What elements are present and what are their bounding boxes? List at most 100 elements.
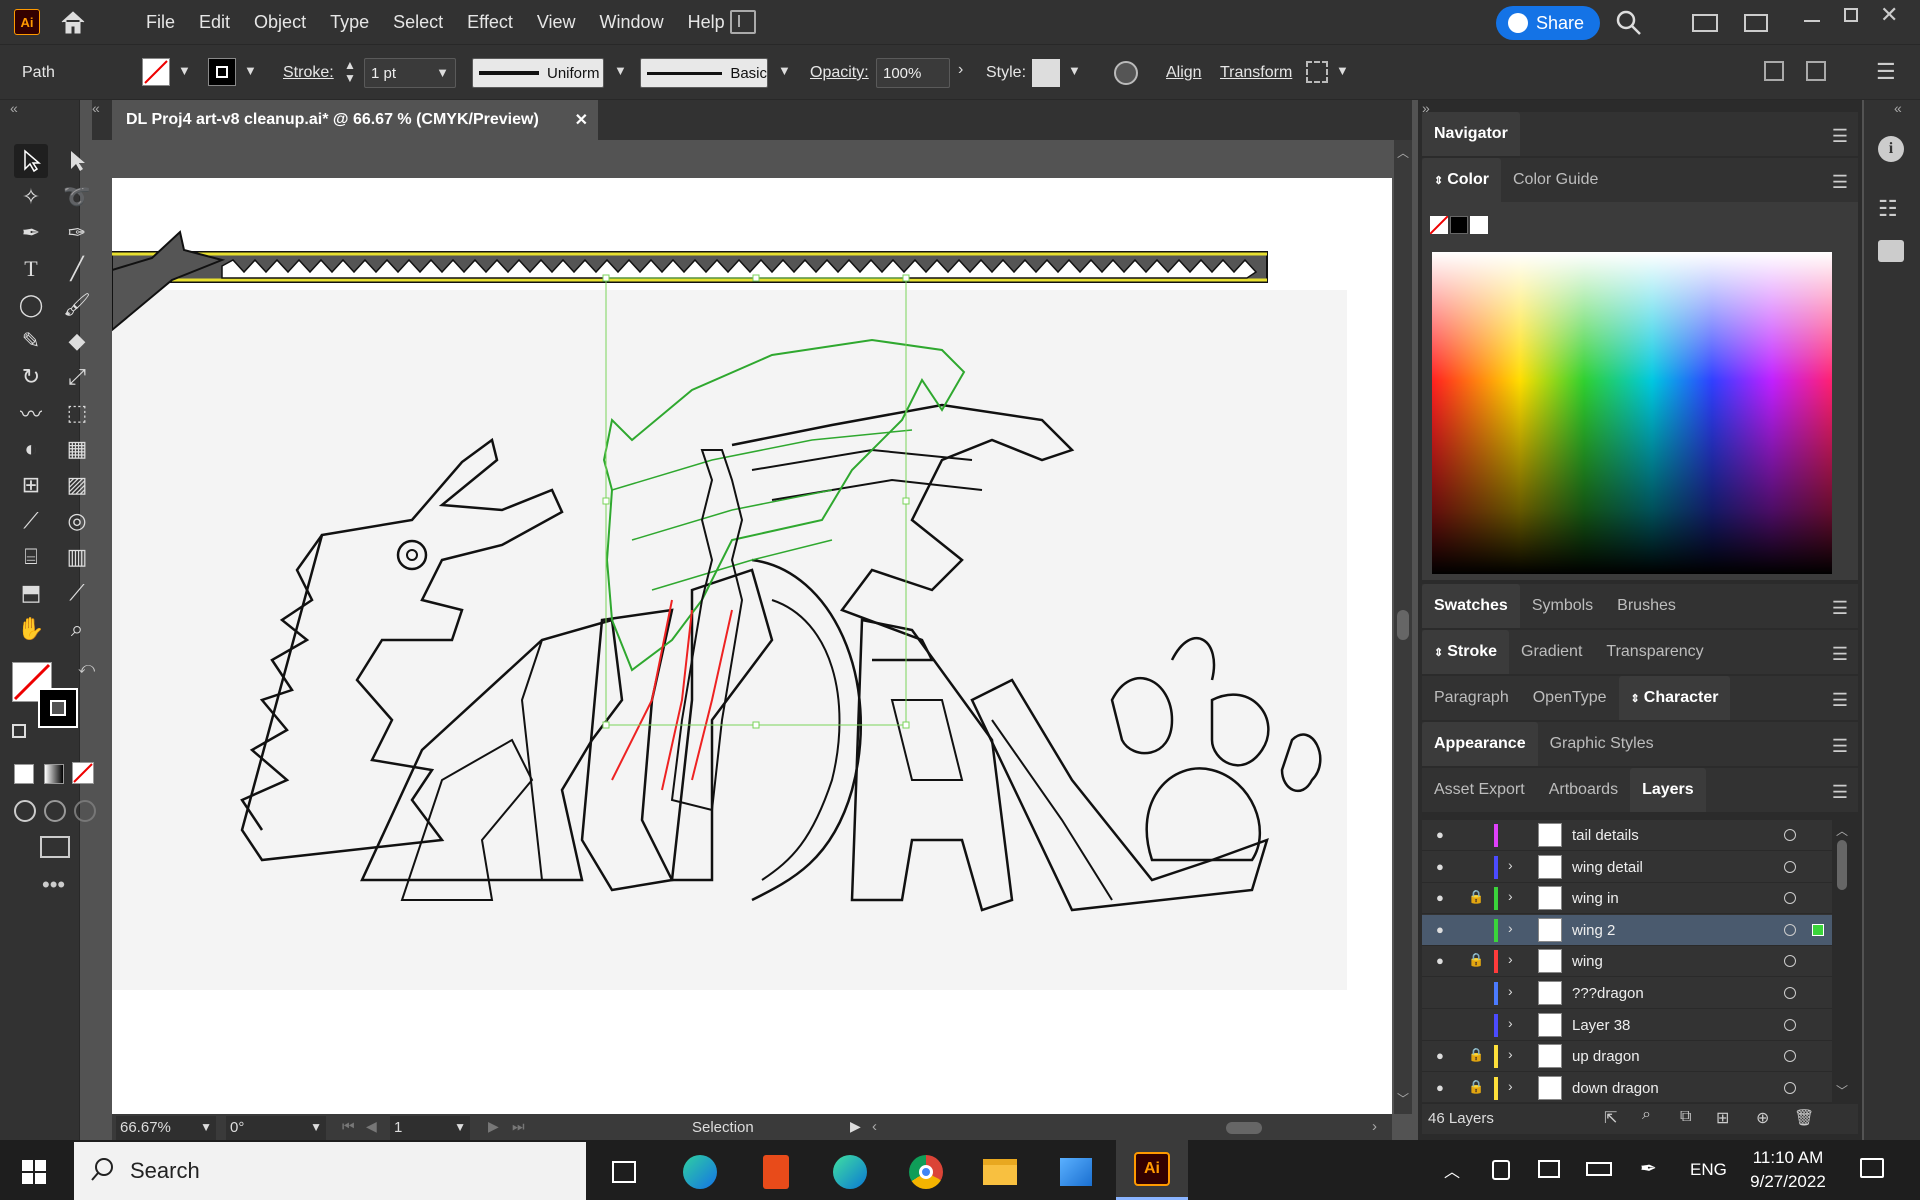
free-transform-icon[interactable]: ⬚ xyxy=(60,396,94,430)
color-mode-icon[interactable] xyxy=(14,764,34,784)
scroll-left-icon[interactable]: ‹ xyxy=(872,1118,877,1135)
target-circle-icon[interactable] xyxy=(1784,1018,1796,1031)
horizontal-scrollbar[interactable]: ‹ › xyxy=(872,1118,1392,1138)
more-tools-icon[interactable]: ••• xyxy=(42,872,65,898)
display-icon[interactable] xyxy=(1538,1160,1560,1178)
draw-behind-icon[interactable] xyxy=(44,800,66,822)
isolate-dropdown-icon[interactable]: ▼ xyxy=(1336,63,1349,78)
selection-tool-icon[interactable] xyxy=(14,144,48,178)
illustrator-taskbar-button[interactable]: Ai xyxy=(1116,1140,1188,1200)
expand-chevron-icon[interactable]: › xyxy=(1508,888,1513,904)
panel-icon[interactable] xyxy=(1744,14,1768,32)
properties-icon[interactable]: ☷ xyxy=(1878,196,1898,222)
battery-icon[interactable] xyxy=(1586,1162,1612,1176)
minimize-icon[interactable] xyxy=(1804,20,1820,22)
file-explorer-icon[interactable] xyxy=(980,1152,1020,1192)
expand-chevron-icon[interactable]: › xyxy=(1508,1015,1513,1031)
status-menu-icon[interactable]: ▶ xyxy=(850,1118,861,1135)
layer-name[interactable]: wing 2 xyxy=(1572,922,1615,939)
visibility-eye-icon[interactable]: ● xyxy=(1436,827,1444,842)
ellipse-tool-icon[interactable]: ◯ xyxy=(14,288,48,322)
gradient-tool-icon[interactable]: ▨ xyxy=(60,468,94,502)
scroll-up-icon[interactable]: ︿ xyxy=(1397,144,1409,161)
visibility-eye-icon[interactable]: ● xyxy=(1436,922,1444,937)
h-scroll-thumb[interactable] xyxy=(1226,1122,1262,1134)
tab-close-icon[interactable]: ✕ xyxy=(575,110,588,130)
search-icon[interactable] xyxy=(1616,10,1642,36)
target-circle-icon[interactable] xyxy=(1784,892,1796,905)
pen-icon[interactable]: ✒ xyxy=(1640,1156,1657,1181)
recolor-artwork-icon[interactable] xyxy=(1114,61,1138,85)
collapse-icon[interactable]: « xyxy=(10,100,18,116)
lock-icon[interactable]: 🔒 xyxy=(1468,952,1484,968)
restore-icon[interactable] xyxy=(1844,8,1858,22)
delete-layer-icon[interactable]: 🗑 xyxy=(1794,1108,1814,1128)
close-icon[interactable]: ✕ xyxy=(1880,2,1898,28)
gradient-mode-icon[interactable] xyxy=(44,764,64,784)
menu-help[interactable]: Help xyxy=(676,0,737,44)
new-layer-icon[interactable]: ⊕ xyxy=(1756,1108,1769,1128)
slice-tool-icon[interactable]: ⟋ xyxy=(60,576,94,610)
visibility-eye-icon[interactable]: ● xyxy=(1436,890,1444,905)
visibility-eye-icon[interactable]: ● xyxy=(1436,1048,1444,1063)
layout-icon[interactable] xyxy=(1806,61,1826,81)
expand-chevron-icon[interactable]: › xyxy=(1508,951,1513,967)
eraser-icon[interactable]: ◆ xyxy=(60,324,94,358)
layer-name[interactable]: Layer 38 xyxy=(1572,1017,1630,1034)
lock-icon[interactable]: 🔒 xyxy=(1468,1079,1484,1095)
layer-name[interactable]: ???dragon xyxy=(1572,985,1644,1002)
target-circle-icon[interactable] xyxy=(1784,987,1796,999)
menu-select[interactable]: Select xyxy=(381,0,455,44)
tab-character[interactable]: ⇕ Character xyxy=(1618,676,1731,720)
prev-artboard-icon[interactable]: ◀ xyxy=(366,1118,377,1135)
layer-name[interactable]: wing in xyxy=(1572,890,1619,907)
zoom-field[interactable]: 66.67% ▼ xyxy=(116,1116,216,1140)
layer-name[interactable]: up dragon xyxy=(1572,1048,1640,1065)
isolate-icon[interactable] xyxy=(1306,61,1328,83)
profile-dropdown-icon[interactable]: ▼ xyxy=(614,63,627,78)
line-tool-icon[interactable]: ╱ xyxy=(60,252,94,286)
menu-edit[interactable]: Edit xyxy=(187,0,242,44)
screen-mode-icon[interactable] xyxy=(40,836,70,858)
eyedropper-icon[interactable]: ⟋ xyxy=(14,504,48,538)
meet-now-icon[interactable] xyxy=(1492,1160,1510,1180)
tab-appearance[interactable]: Appearance xyxy=(1422,722,1538,766)
artboard-field[interactable]: 1 ▼ xyxy=(390,1116,470,1140)
layer-row[interactable]: ● 🔒 › tail details xyxy=(1422,820,1832,851)
lasso-icon[interactable]: ➰ xyxy=(60,180,94,214)
layers-scrollbar[interactable]: ︿ ﹀ xyxy=(1832,820,1852,1102)
layer-row[interactable]: ● 🔒 › wing detail xyxy=(1422,852,1832,883)
stroke-label[interactable]: Stroke: xyxy=(283,45,334,101)
tab-stroke[interactable]: ⇕ Stroke xyxy=(1422,630,1510,674)
panel-menu-icon[interactable]: ☰ xyxy=(1832,782,1848,803)
last-artboard-icon[interactable]: ⏭ xyxy=(512,1118,525,1135)
layer-name[interactable]: tail details xyxy=(1572,827,1639,844)
share-button[interactable]: Share xyxy=(1496,6,1600,40)
panel-menu-icon[interactable]: ☰ xyxy=(1832,598,1848,619)
tab-color-guide[interactable]: Color Guide xyxy=(1501,158,1610,202)
tab-gradient[interactable]: Gradient xyxy=(1509,630,1594,674)
expand-chevron-icon[interactable]: › xyxy=(1508,825,1513,841)
none-swatch[interactable] xyxy=(1429,215,1449,235)
new-sublayer-icon[interactable]: ⊞ xyxy=(1716,1108,1729,1128)
arrange-icon[interactable] xyxy=(1764,61,1784,81)
fill-swatch[interactable] xyxy=(142,58,170,86)
lock-icon[interactable]: 🔒 xyxy=(1468,858,1484,874)
black-swatch[interactable] xyxy=(1450,216,1468,234)
expand-chevron-icon[interactable]: › xyxy=(1508,920,1513,936)
target-circle-icon[interactable] xyxy=(1784,860,1796,873)
tray-chevron-icon[interactable]: ︿ xyxy=(1444,1158,1460,1182)
layer-row[interactable]: ● 🔒 › wing in xyxy=(1422,883,1832,915)
vertical-scrollbar[interactable]: ︿ ﹀ xyxy=(1394,140,1412,1114)
expand-chevron-icon[interactable]: › xyxy=(1508,1078,1513,1094)
menu-window[interactable]: Window xyxy=(588,0,676,44)
brush-dropdown-icon[interactable]: ▼ xyxy=(778,63,791,78)
home-icon[interactable] xyxy=(58,8,88,36)
panel-menu-icon[interactable]: ☰ xyxy=(1832,126,1848,147)
office-icon[interactable] xyxy=(756,1152,796,1192)
menu-effect[interactable]: Effect xyxy=(455,0,525,44)
hand-tool-icon[interactable]: ✋ xyxy=(14,612,48,646)
edge-beta-icon[interactable] xyxy=(830,1152,870,1192)
taskbar-search[interactable]: Search xyxy=(74,1142,586,1200)
rotation-field[interactable]: 0° ▼ xyxy=(226,1116,326,1140)
